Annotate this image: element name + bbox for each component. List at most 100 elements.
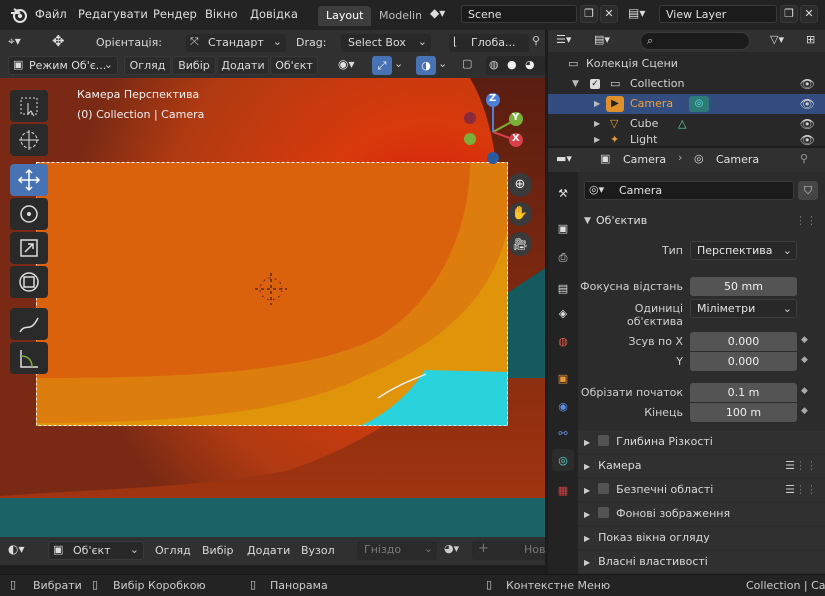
menu-render[interactable]: Рендер xyxy=(153,7,197,21)
view-layer-icon[interactable]: ▤▾ xyxy=(628,6,656,24)
editor-type-icon[interactable]: ◐▾ xyxy=(8,542,40,560)
keyframe-dot-icon[interactable]: ◆ xyxy=(801,355,808,365)
orientation-dropdown[interactable]: ⤧ Стандарт ⌄ xyxy=(186,34,286,52)
xray-icon[interactable]: ▢ xyxy=(462,57,478,75)
camera-view-icon[interactable]: 🎥︎ xyxy=(508,232,532,256)
shift-x-field[interactable]: 0.000 xyxy=(690,332,797,351)
expand-arrow-icon[interactable]: ▶ xyxy=(594,114,600,134)
menu-edit[interactable]: Редагувати xyxy=(78,7,148,21)
checkbox-icon[interactable]: ✓ xyxy=(590,79,600,89)
navigation-gizmo[interactable]: Z Y X xyxy=(460,90,530,170)
expand-arrow-icon[interactable]: ▼ xyxy=(572,74,579,94)
slot-dropdown[interactable]: Гніздо ⌄ xyxy=(357,541,437,560)
display-mode-icon[interactable]: ▤▾ xyxy=(594,33,624,49)
background-images-panel-header[interactable]: ▶ Фонові зображення xyxy=(578,503,825,525)
dof-panel-header[interactable]: ▶ Глибина Різкості xyxy=(578,431,825,453)
focal-length-field[interactable]: 50 mm xyxy=(690,277,797,296)
pin-icon[interactable]: ⚲ xyxy=(800,152,808,165)
outliner-row-light[interactable]: ▶ ✦ Light 👁︎ xyxy=(548,134,825,146)
material-icon[interactable]: ◕▾ xyxy=(444,542,470,560)
scene-tab-icon[interactable]: ◈ xyxy=(552,302,574,324)
constraint-tab-icon[interactable]: ⚯ xyxy=(552,422,574,444)
render-tab-icon[interactable]: ▣ xyxy=(552,217,574,239)
view-layer-tab-icon[interactable]: ▤ xyxy=(552,277,574,299)
scene-icon[interactable]: ◆▾ xyxy=(430,6,458,24)
copy-scene-icon[interactable]: ❐ xyxy=(580,5,598,23)
node-menu[interactable]: Вузол xyxy=(301,544,335,557)
zoom-icon[interactable]: ⊕ xyxy=(508,173,532,197)
editor-type-icon[interactable]: ▬▾ xyxy=(556,152,586,168)
node-select-menu[interactable]: Вибір xyxy=(202,544,234,557)
safe-areas-checkbox[interactable] xyxy=(598,483,610,494)
node-add-menu[interactable]: Додати xyxy=(247,544,290,557)
chevron-down-icon[interactable]: ⌄ xyxy=(438,57,452,75)
menu-window[interactable]: Вікно xyxy=(205,7,238,21)
solid-shading-icon[interactable]: ● xyxy=(507,58,517,71)
world-tab-icon[interactable]: ◍ xyxy=(552,330,574,352)
camera-data-icon[interactable]: ◎ xyxy=(689,96,709,112)
lens-panel-header[interactable]: ▼ Об'єктив ⋮⋮ xyxy=(578,210,825,232)
drag-dropdown[interactable]: Select Box ⌄ xyxy=(341,34,431,52)
visibility-eye-icon[interactable]: 👁︎ xyxy=(800,114,815,134)
lens-type-dropdown[interactable]: Перспектива ⌄ xyxy=(690,241,797,260)
camera-panel-header[interactable]: ▶ Камера ☰ ⋮⋮ xyxy=(578,455,825,477)
camera-data-tab-icon[interactable]: ◎ xyxy=(552,449,574,471)
shift-y-field[interactable]: 0.000 xyxy=(690,352,797,371)
outliner-row-camera[interactable]: ▶ ▶ Camera ◎ 👁︎ xyxy=(548,94,825,114)
outliner-row-collection[interactable]: ▼ ✓ ▭ Collection 👁︎ xyxy=(548,74,825,94)
fake-user-shield-icon[interactable]: ⛉ xyxy=(798,181,818,200)
dof-checkbox[interactable] xyxy=(598,435,610,446)
outliner-search-input[interactable]: ⌕ xyxy=(640,32,750,50)
viewport-3d[interactable]: Z Y X ⊕ ✋ 🎥︎ Камера Перспектива (0) Coll… xyxy=(0,78,545,537)
camera-datablock-field[interactable]: ◎▾ Camera xyxy=(584,181,794,200)
visibility-eye-icon[interactable]: 👁︎ xyxy=(800,74,815,94)
tab-modeling[interactable]: Modeling xyxy=(371,6,421,26)
clip-end-field[interactable]: 100 m xyxy=(690,403,797,422)
annotate-tool[interactable] xyxy=(10,308,48,340)
pan-hand-icon[interactable]: ✋ xyxy=(508,202,532,226)
visibility-icon[interactable]: ◉▾ xyxy=(338,57,368,75)
pivot-icon[interactable]: ⚲ xyxy=(532,34,544,52)
presets-list-icon[interactable]: ☰ xyxy=(785,455,795,477)
custom-properties-panel-header[interactable]: ▶ Власні властивості xyxy=(578,551,825,573)
filter-icon[interactable]: ▽▾ xyxy=(770,33,798,49)
node-view-menu[interactable]: Огляд xyxy=(155,544,191,557)
safe-areas-panel-header[interactable]: ▶ Безпечні області ☰ ⋮⋮ xyxy=(578,479,825,501)
visibility-eye-icon[interactable]: 👁︎ xyxy=(800,134,815,146)
cursor-tool[interactable] xyxy=(10,124,48,156)
blender-logo-icon[interactable] xyxy=(10,6,28,24)
transform-gizmo-icon[interactable]: ✥ xyxy=(52,32,74,54)
tab-layout[interactable]: Layout xyxy=(318,6,372,26)
presets-list-icon[interactable]: ☰ xyxy=(785,479,795,501)
drag-handle-icon[interactable]: ⋮⋮ xyxy=(795,455,817,477)
rotate-tool[interactable] xyxy=(10,198,48,230)
editor-type-icon[interactable]: ☰▾ xyxy=(556,33,586,49)
add-menu[interactable]: Додати xyxy=(217,56,269,75)
outliner-row-scene-collection[interactable]: ▭ Колекція Сцени xyxy=(548,54,825,74)
texture-tab-icon[interactable]: ▦ xyxy=(552,479,574,501)
keyframe-dot-icon[interactable]: ◆ xyxy=(801,386,808,396)
view-layer-field[interactable]: View Layer xyxy=(659,5,777,23)
copy-view-layer-icon[interactable]: ❐ xyxy=(780,5,798,23)
measure-tool[interactable] xyxy=(10,342,48,374)
view-menu[interactable]: Огляд xyxy=(124,56,171,75)
move-tool[interactable] xyxy=(10,164,48,196)
visibility-eye-icon[interactable]: 👁︎ xyxy=(800,94,815,114)
object-menu[interactable]: Об'єкт xyxy=(270,56,318,75)
drag-handle-icon[interactable]: ⋮⋮ xyxy=(795,210,817,232)
drag-handle-icon[interactable]: ⋮⋮ xyxy=(795,479,817,501)
mode-dropdown[interactable]: ▣ Режим Об'є... ⌄ xyxy=(8,56,118,75)
new-material-button[interactable]: + Нов xyxy=(472,541,545,560)
material-shading-icon[interactable]: ◕ xyxy=(525,58,535,71)
transform-orientation-dropdown[interactable]: ⌊ Глоба... xyxy=(449,34,529,52)
gizmo-toggle-icon[interactable]: ⤢ xyxy=(372,56,392,75)
clip-start-field[interactable]: 0.1 m xyxy=(690,383,797,402)
output-tab-icon[interactable]: ⎙ xyxy=(552,247,574,269)
shader-type-dropdown[interactable]: ▣ Об'єкт ⌄ xyxy=(48,541,144,560)
new-collection-icon[interactable]: ⊞ xyxy=(806,33,822,49)
close-scene-icon[interactable]: ✕ xyxy=(600,5,618,23)
wireframe-shading-icon[interactable]: ◍ xyxy=(489,58,499,71)
keyframe-dot-icon[interactable]: ◆ xyxy=(801,335,808,345)
scene-field[interactable]: Scene xyxy=(461,5,577,23)
tool-tab-icon[interactable]: ⚒ xyxy=(552,182,574,204)
